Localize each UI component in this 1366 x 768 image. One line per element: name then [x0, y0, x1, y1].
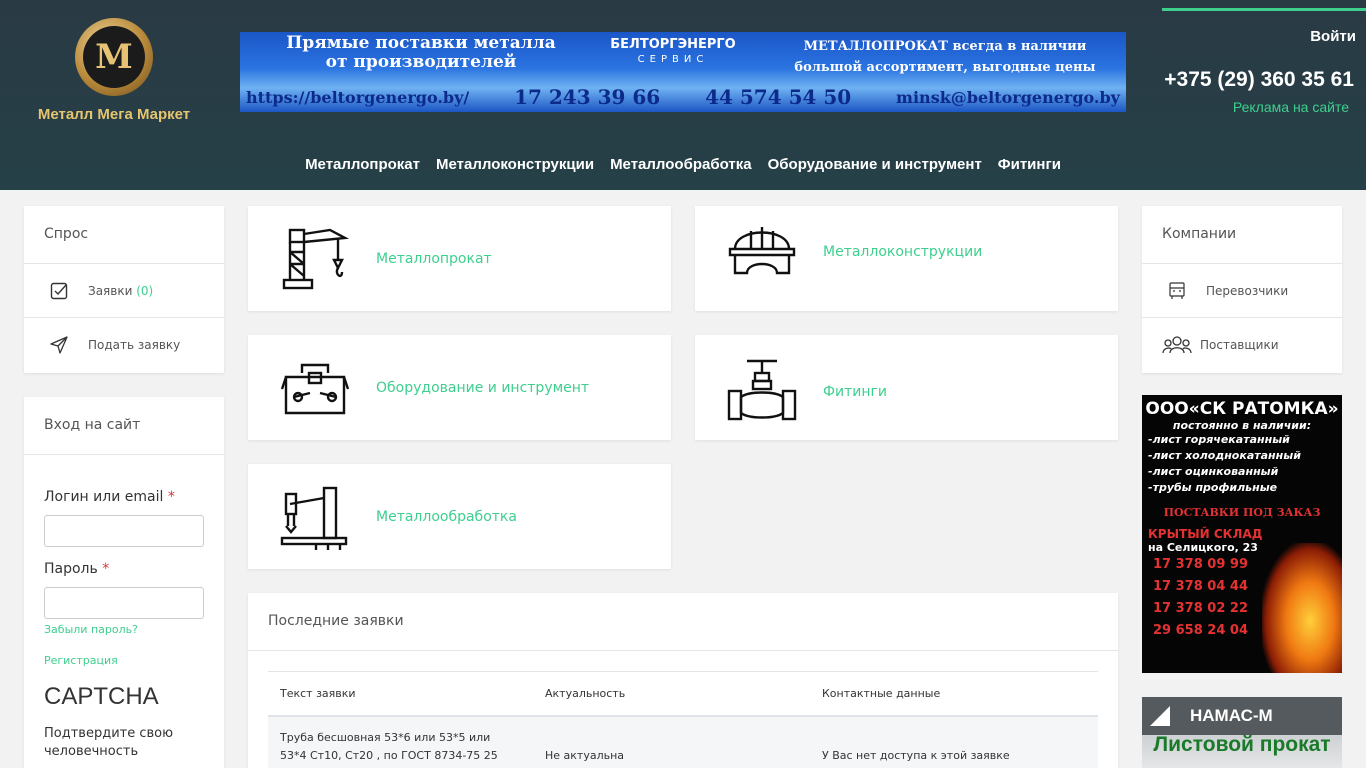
captcha-heading: CAPTCHA	[44, 683, 159, 710]
banner-brand-sub: СЕРВИС	[637, 54, 709, 65]
sidebar-ad-namas[interactable]: НАМАС-М Листовой прокат	[1142, 697, 1342, 768]
robot-arm-icon	[280, 486, 348, 550]
header-phone[interactable]: +375 (29) 360 35 61	[1164, 68, 1354, 92]
forgot-password-link[interactable]: Забыли пароль?	[44, 623, 204, 636]
site-logo[interactable]: M Металл Мега Маркет	[30, 18, 198, 123]
category-oborudovanie[interactable]: Оборудование и инструмент	[248, 335, 671, 440]
carriers-label: Перевозчики	[1206, 283, 1289, 298]
latest-requests-panel: Последние заявки Текст заявки Актуальнос…	[248, 593, 1118, 768]
namas-logo-icon	[1150, 706, 1170, 726]
password-field-label: Пароль *	[44, 561, 110, 577]
nav-item-metalloprokat[interactable]: Металлопрокат	[305, 156, 420, 173]
banner-brand-name: БЕЛТОРГЭНЕРГО	[610, 37, 736, 52]
banner-email: minsk@beltorgenergo.by	[896, 87, 1120, 107]
helmet-icon	[728, 226, 796, 274]
header-status: Актуальность	[545, 687, 626, 700]
password-input[interactable]	[44, 587, 204, 619]
requests-label: Заявки	[88, 283, 133, 298]
banner-promo-line-b: большой ассортимент, выгодные цены	[794, 60, 1096, 75]
checkbox-icon	[48, 280, 70, 302]
category-label: Металлообработка	[376, 508, 517, 525]
category-fitingi[interactable]: Фитинги	[695, 335, 1118, 440]
ad-item: -лист горячекатанный	[1148, 433, 1290, 446]
carriers-link[interactable]: Перевозчики	[1142, 264, 1342, 318]
ad2-header: НАМАС-М	[1142, 697, 1342, 735]
users-icon	[1162, 334, 1192, 356]
nav-item-metalloobrabotka[interactable]: Металлообработка	[610, 156, 752, 173]
banner-phone-1: 17 243 39 66	[514, 85, 661, 109]
ads-link[interactable]: Реклама на сайте	[1233, 99, 1349, 115]
banner-phone-2: 44 574 54 50	[705, 85, 852, 109]
category-label: Фитинги	[823, 383, 888, 400]
row-text: Труба бесшовная 53*6 или 53*5 или 53*4 С…	[280, 731, 498, 762]
fire-horse-image	[1262, 543, 1342, 673]
sidebar-ad-ratomka[interactable]: ООО«СК РАТОМКА» постоянно в наличии: -ли…	[1142, 395, 1342, 673]
row-status: Не актуальна	[545, 749, 625, 762]
register-link[interactable]: Регистрация	[44, 654, 204, 667]
toolbox-icon	[280, 363, 350, 414]
banner-promo: МЕТАЛЛОПРОКАТ всегда в наличии большой а…	[780, 36, 1110, 78]
login-link[interactable]: Войти	[1310, 28, 1356, 45]
ad-item: -лист оцинкованный	[1148, 465, 1279, 478]
ad-subtitle: постоянно в наличии:	[1172, 419, 1312, 432]
header-ad-banner[interactable]: Прямые поставки металла от производителе…	[240, 32, 1126, 112]
ad-order: ПОСТАВКИ ПОД ЗАКАЗ	[1163, 506, 1321, 519]
category-metallokonstruktsii[interactable]: Металлоконструкции	[695, 206, 1118, 311]
requests-table-header: Текст заявки Актуальность Контактные дан…	[268, 671, 1098, 715]
site-header: M Металл Мега Маркет Прямые поставки мет…	[0, 0, 1366, 190]
requests-count: (0)	[136, 283, 154, 298]
demand-title: Спрос	[24, 206, 224, 264]
nav-item-fitingi[interactable]: Фитинги	[998, 156, 1061, 173]
nav-item-oborudovanie[interactable]: Оборудование и инструмент	[768, 156, 982, 173]
header-text: Текст заявки	[280, 687, 356, 700]
valve-icon	[727, 359, 797, 420]
suppliers-link[interactable]: Поставщики	[1142, 318, 1342, 372]
login-input[interactable]	[44, 515, 204, 547]
logo-text: Металл Мега Маркет	[37, 106, 191, 123]
ad-item: -трубы профильные	[1148, 481, 1278, 494]
category-metalloprokat[interactable]: Металлопрокат	[248, 206, 671, 311]
crane-icon	[282, 228, 350, 289]
companies-panel: Компании Перевозчики Поставщики	[1142, 206, 1342, 373]
latest-requests-title: Последние заявки	[248, 593, 1118, 651]
table-row[interactable]: Труба бесшовная 53*6 или 53*5 или 53*4 С…	[268, 715, 1098, 768]
login-panel-title: Вход на сайт	[24, 397, 224, 455]
truck-icon	[1166, 280, 1188, 302]
header-contact: Контактные данные	[822, 687, 941, 700]
captcha-prompt: Подтвердите свою человечность	[44, 726, 174, 759]
logo-emblem-icon: M	[75, 18, 153, 96]
login-panel: Вход на сайт Логин или email * Пароль * …	[24, 397, 224, 768]
nav-item-metallokonstruktsii[interactable]: Металлоконструкции	[436, 156, 594, 173]
banner-headline: Прямые поставки металла от производителе…	[286, 33, 556, 72]
banner-promo-line-a: МЕТАЛЛОПРОКАТ всегда в наличии	[803, 39, 1087, 54]
header-right	[1140, 8, 1366, 11]
ad-item: -лист холоднокатанный	[1148, 449, 1301, 462]
main-nav: Металлопрокат Металлоконструкции Металло…	[0, 156, 1366, 173]
send-icon	[48, 334, 70, 356]
ad2-brand: НАМАС-М	[1190, 706, 1273, 725]
category-label: Металлоконструкции	[823, 243, 983, 260]
banner-brand: БЕЛТОРГЭНЕРГО СЕРВИС	[598, 37, 748, 67]
demand-panel: Спрос Заявки (0) Подать заявку	[24, 206, 224, 373]
submit-request-link[interactable]: Подать заявку	[24, 318, 224, 372]
banner-url: https://beltorgenergo.by/	[246, 87, 470, 107]
submit-request-label: Подать заявку	[88, 338, 181, 352]
login-field-label: Логин или email *	[44, 489, 175, 505]
ad-title: ООО«СК РАТОМКА»	[1145, 399, 1339, 419]
category-label: Оборудование и инструмент	[376, 379, 590, 396]
header-accent-line	[1162, 8, 1366, 11]
category-metalloobrabotka[interactable]: Металлообработка	[248, 464, 671, 569]
ad2-text: Листовой прокат	[1153, 733, 1331, 756]
companies-title: Компании	[1142, 206, 1342, 264]
row-contact: У Вас нет доступа к этой заявке	[822, 749, 1010, 762]
banner-contacts: https://beltorgenergo.by/ 17 243 39 66 4…	[240, 84, 1126, 110]
category-label: Металлопрокат	[376, 250, 492, 267]
ad-warehouse: КРЫТЫЙ СКЛАД	[1148, 527, 1263, 541]
suppliers-label: Поставщики	[1200, 338, 1279, 352]
requests-link[interactable]: Заявки (0)	[24, 264, 224, 318]
